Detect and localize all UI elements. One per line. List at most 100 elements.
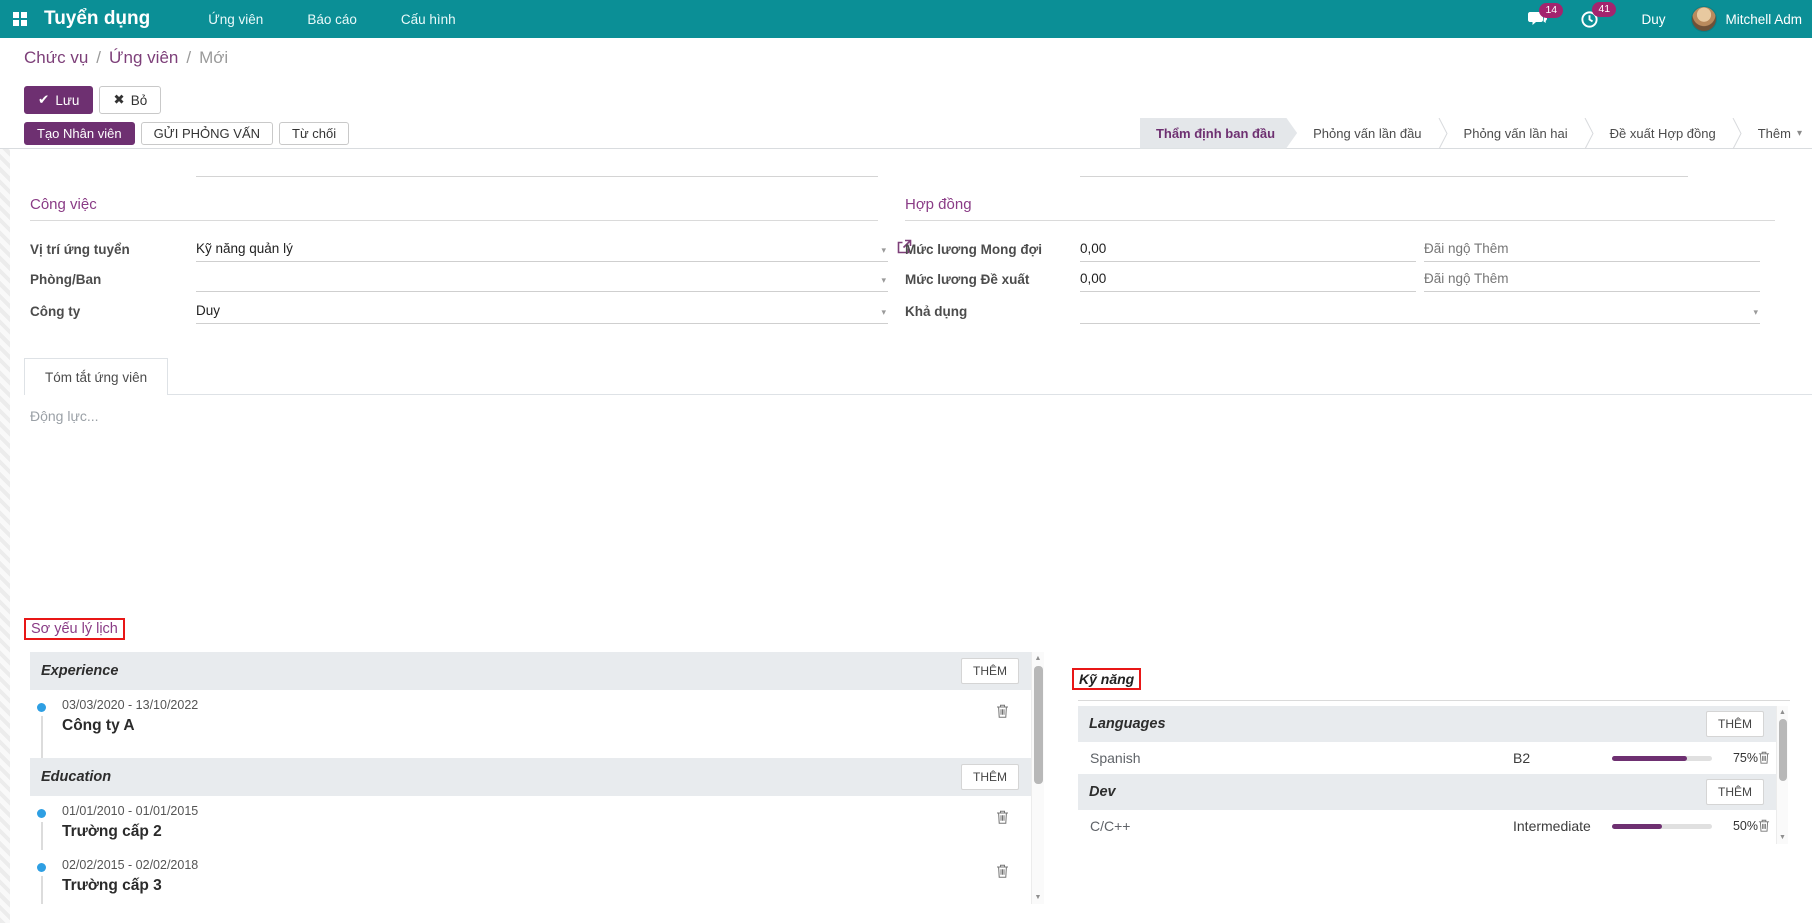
- apps-menu-icon[interactable]: [12, 11, 28, 27]
- stage-initial-qualification[interactable]: Thẩm định ban đầu: [1140, 118, 1297, 149]
- timeline-dot: [37, 703, 46, 712]
- trash-icon[interactable]: [1758, 751, 1770, 769]
- menu-applicants[interactable]: Ứng viên: [186, 0, 285, 38]
- stage-contract-proposal[interactable]: Đề xuất Hợp đồng: [1594, 118, 1732, 149]
- breadcrumb: Chức vụ / Ứng viên / Mới: [24, 48, 228, 68]
- trash-icon[interactable]: [996, 864, 1009, 883]
- application-summary-input[interactable]: Động lực...: [30, 408, 99, 424]
- breadcrumb-separator: /: [96, 48, 102, 67]
- scroll-down-icon[interactable]: ▼: [1777, 834, 1788, 841]
- scroll-up-icon[interactable]: ▲: [1777, 709, 1788, 716]
- stage-more-dropdown[interactable]: Thêm ▾: [1742, 118, 1812, 149]
- stage-second-interview[interactable]: Phỏng vấn lần hai: [1448, 118, 1584, 149]
- statusbar-buttons: Tạo Nhân viên GỬI PHỎNG VẤN Từ chối: [24, 121, 350, 145]
- clipped-field-line: [196, 176, 878, 177]
- menu-reporting[interactable]: Báo cáo: [285, 0, 379, 38]
- field-label-availability: Khả dụng: [905, 303, 968, 319]
- breadcrumb-applicants[interactable]: Ứng viên: [109, 48, 178, 68]
- skill-progress-bar[interactable]: [1612, 756, 1712, 761]
- expected-salary-field[interactable]: [1080, 236, 1416, 262]
- trash-icon[interactable]: [996, 704, 1009, 723]
- timeline-line: [41, 876, 43, 904]
- navbar-systray: 14 41 Duy Mitchell Adm: [1511, 0, 1802, 38]
- stage-separator: [1584, 117, 1594, 149]
- timeline-line: [41, 716, 43, 758]
- chevron-down-icon: ▾: [1796, 127, 1802, 139]
- field-label-company: Công ty: [30, 303, 81, 319]
- skills-divider: [1078, 700, 1790, 701]
- resume-group-experience: Experience THÊM: [30, 652, 1031, 690]
- breadcrumb-separator: /: [186, 48, 192, 67]
- field-label-department: Phòng/Ban: [30, 271, 102, 287]
- menu-configuration[interactable]: Cấu hình: [379, 0, 478, 38]
- proposed-salary-field[interactable]: [1080, 266, 1416, 292]
- close-icon: ✖: [113, 92, 125, 107]
- chevron-down-icon: ▾: [881, 275, 886, 285]
- scrollbar-thumb[interactable]: [1779, 719, 1787, 781]
- create-employee-button[interactable]: Tạo Nhân viên: [24, 121, 135, 145]
- activities-icon[interactable]: 41: [1580, 1, 1617, 29]
- stage-separator: [1732, 117, 1742, 149]
- trash-icon[interactable]: [996, 810, 1009, 829]
- resume-section-title: Sơ yếu lý lịch: [24, 618, 125, 640]
- add-dev-skill-button[interactable]: THÊM: [1706, 779, 1764, 805]
- messages-badge: 14: [1539, 2, 1564, 18]
- chevron-down-icon: ▾: [1753, 307, 1758, 317]
- app-window: Tuyển dụng Ứng viên Báo cáo Cấu hình 14 …: [0, 0, 1812, 923]
- skills-panel: Languages THÊM Spanish B2 75% Dev THÊM C…: [1078, 706, 1788, 844]
- skills-scrollbar[interactable]: ▲ ▼: [1776, 706, 1788, 844]
- statusbar: Tạo Nhân viên GỬI PHỎNG VẤN Từ chối Thẩm…: [0, 117, 1812, 149]
- proposed-salary-extra-field[interactable]: [1424, 266, 1760, 292]
- discard-button[interactable]: ✖ Bỏ: [99, 86, 162, 114]
- send-interview-button[interactable]: GỬI PHỎNG VẤN: [140, 121, 274, 145]
- field-label-proposed-salary: Mức lương Đề xuất: [905, 271, 1030, 287]
- department-field[interactable]: ▾: [196, 266, 888, 292]
- skill-row[interactable]: C/C++ Intermediate 50%: [1078, 810, 1776, 842]
- skill-progress-bar[interactable]: [1612, 824, 1712, 829]
- scrollbar-thumb[interactable]: [1034, 666, 1043, 784]
- timeline-dot: [37, 863, 46, 872]
- save-button[interactable]: ✔ Lưu: [24, 86, 94, 114]
- scroll-down-icon[interactable]: ▼: [1032, 894, 1044, 901]
- top-navbar: Tuyển dụng Ứng viên Báo cáo Cấu hình 14 …: [0, 0, 1812, 38]
- add-language-skill-button[interactable]: THÊM: [1706, 711, 1764, 737]
- section-title-contract: Hợp đồng: [905, 196, 1775, 221]
- messages-icon[interactable]: 14: [1527, 2, 1564, 28]
- skill-row[interactable]: Spanish B2 75%: [1078, 742, 1776, 774]
- add-education-button[interactable]: THÊM: [961, 764, 1019, 790]
- trash-icon[interactable]: [1758, 819, 1770, 837]
- add-experience-button[interactable]: THÊM: [961, 658, 1019, 684]
- field-label-applied-job: Vị trí ứng tuyển: [30, 241, 130, 257]
- company-field[interactable]: Duy ▾: [196, 298, 888, 324]
- user-avatar[interactable]: [1691, 6, 1718, 32]
- tab-application-summary[interactable]: Tóm tắt ứng viên: [24, 358, 169, 395]
- main-menu: Ứng viên Báo cáo Cấu hình: [186, 0, 477, 38]
- skills-group-languages: Languages THÊM: [1078, 706, 1776, 742]
- chevron-down-icon: ▾: [881, 307, 886, 317]
- user-menu[interactable]: Mitchell Adm: [1725, 12, 1802, 27]
- breadcrumb-current: Mới: [199, 48, 229, 67]
- availability-field[interactable]: ▾: [1080, 298, 1760, 324]
- expected-salary-extra-field[interactable]: [1424, 236, 1760, 262]
- stage-first-interview[interactable]: Phỏng vấn lần đầu: [1297, 118, 1437, 149]
- skills-section-title: Kỹ năng: [1072, 668, 1142, 690]
- stage-separator: [1438, 117, 1448, 149]
- stage-pipeline: Thẩm định ban đầu Phỏng vấn lần đầu Phỏn…: [1140, 117, 1812, 149]
- scroll-up-icon[interactable]: ▲: [1032, 655, 1044, 662]
- resume-entry[interactable]: 03/03/2020 - 13/10/2022 Công ty A: [30, 690, 1031, 758]
- breadcrumb-positions[interactable]: Chức vụ: [24, 48, 88, 68]
- resume-scrollbar[interactable]: ▲ ▼: [1031, 652, 1044, 904]
- applied-job-field[interactable]: Kỹ năng quản lý ▾: [196, 236, 888, 262]
- clipped-field-line: [1080, 176, 1688, 177]
- check-icon: ✔: [38, 92, 50, 107]
- sheet-edge-stripes: [0, 149, 10, 923]
- company-switcher[interactable]: Duy: [1615, 12, 1691, 27]
- section-title-job: Công việc: [30, 196, 878, 221]
- refuse-button[interactable]: Từ chối: [279, 121, 350, 145]
- resume-entry[interactable]: 01/01/2010 - 01/01/2015 Trường cấp 2: [30, 796, 1031, 850]
- field-label-expected-salary: Mức lương Mong đợi: [905, 241, 1042, 257]
- timeline-dot: [37, 809, 46, 818]
- resume-entry[interactable]: 02/02/2015 - 02/02/2018 Trường cấp 3: [30, 850, 1031, 904]
- app-title[interactable]: Tuyển dụng: [44, 8, 150, 30]
- resume-group-education: Education THÊM: [30, 758, 1031, 796]
